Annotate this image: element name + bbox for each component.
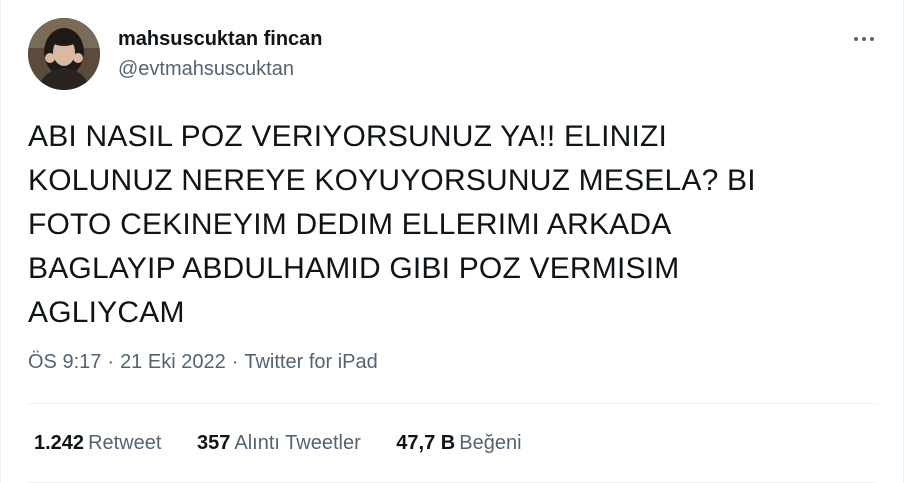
tweet-text-line: ABI NASIL POZ VERIYORSUNUZ YA!! ELINIZI xyxy=(28,120,668,153)
likes-label: Beğeni xyxy=(459,432,522,454)
divider xyxy=(28,403,877,404)
quotes-count: 357 xyxy=(197,432,231,454)
avatar[interactable] xyxy=(28,18,100,90)
more-horizontal-icon xyxy=(854,37,858,41)
likes-count: 47,7 B xyxy=(396,432,456,454)
retweets-label: Retweet xyxy=(88,432,162,454)
tweet-text: ABI NASIL POZ VERIYORSUNUZ YA!! ELINIZI … xyxy=(28,115,868,335)
retweets-count: 1.242 xyxy=(34,432,85,454)
meta-separator: · xyxy=(107,351,115,373)
author-display-name[interactable]: mahsuscuktan fincan xyxy=(118,28,323,51)
meta-separator: · xyxy=(231,351,239,373)
more-options-button[interactable] xyxy=(847,24,881,54)
tweet-source[interactable]: Twitter for iPad xyxy=(244,351,377,373)
tweet-time[interactable]: ÖS 9:17 xyxy=(28,351,101,373)
tweet-date[interactable]: 21 Eki 2022 xyxy=(120,351,226,373)
avatar-image xyxy=(28,18,100,90)
quotes-label: Alıntı Tweetler xyxy=(234,432,361,454)
tweet-meta: ÖS 9:17 · 21 Eki 2022 · Twitter for iPad xyxy=(28,351,378,374)
likes-stat[interactable]: 47,7 B Beğeni xyxy=(396,432,521,455)
tweet-text-line: AGLIYCAM xyxy=(28,296,185,329)
tweet-card: mahsuscuktan fincan @evtmahsuscuktan ABI… xyxy=(0,0,904,483)
engagement-stats: 1.242 Retweet 357 Alıntı Tweetler 47,7 B Be… xyxy=(34,432,552,455)
tweet-text-line: BAGLAYIP ABDULHAMID GIBI POZ VERMISIM xyxy=(28,252,680,285)
retweets-stat[interactable]: 1.242 Retweet xyxy=(34,432,161,455)
quotes-stat[interactable]: 357 Alıntı Tweetler xyxy=(197,432,361,455)
tweet-text-line: KOLUNUZ NEREYE KOYUYORSUNUZ MESELA? BI xyxy=(28,164,756,197)
author-handle[interactable]: @evtmahsuscuktan xyxy=(118,58,294,81)
tweet-text-line: FOTO CEKINEYIM DEDIM ELLERIMI ARKADA xyxy=(28,208,672,241)
